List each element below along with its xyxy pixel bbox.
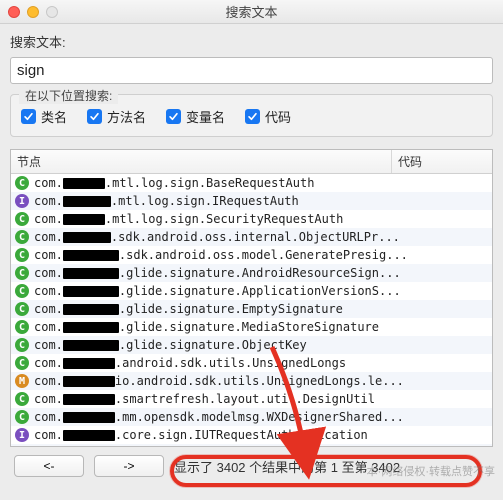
scope-option-code[interactable]: 代码: [245, 107, 291, 126]
table-row[interactable]: Mcom.io.android.sdk.utils.UnsignedLongs.…: [11, 372, 492, 390]
redaction-block: [63, 196, 111, 207]
class-icon: C: [15, 338, 29, 352]
table-row[interactable]: Ccom..sdk.android.oss.model.GeneratePres…: [11, 246, 492, 264]
table-row[interactable]: Ccom..glide.signature.EmptySignature: [11, 300, 492, 318]
redaction-block: [63, 232, 111, 243]
redaction-block: [63, 376, 115, 387]
column-header-node[interactable]: 节点: [11, 150, 392, 173]
table-row[interactable]: Ccom..glide.signature.ObjectKey: [11, 336, 492, 354]
title-bar: 搜索文本: [0, 0, 503, 24]
table-body: Ccom..mtl.log.sign.BaseRequestAuthIcom..…: [11, 174, 492, 446]
redaction-block: [63, 178, 105, 189]
row-text: com..mtl.log.sign.BaseRequestAuth: [34, 176, 488, 190]
scope-option-var[interactable]: 变量名: [166, 107, 225, 126]
class-icon: C: [15, 356, 29, 370]
scope-option-method[interactable]: 方法名: [87, 107, 146, 126]
row-text: com..glide.signature.MediaStoreSignature: [34, 320, 488, 334]
table-row[interactable]: Ccom..glide.signature.MediaStoreSignatur…: [11, 318, 492, 336]
interface-icon: I: [15, 428, 29, 442]
row-text: com..sdk.android.oss.internal.ObjectURLP…: [34, 230, 488, 244]
window-title: 搜索文本: [0, 2, 503, 21]
class-icon: C: [15, 212, 29, 226]
row-text: com.io.android.sdk.utils.UnsignedLongs.l…: [34, 374, 488, 388]
redaction-block: [63, 250, 119, 261]
dialog-body: 搜索文本: 在以下位置搜索: 类名方法名变量名代码 节点 代码 Ccom..mt…: [0, 24, 503, 483]
redaction-block: [63, 430, 115, 441]
class-icon: C: [15, 320, 29, 334]
redaction-block: [63, 322, 119, 333]
row-text: com..android.sdk.utils.UnsignedLongs: [34, 356, 488, 370]
table-row[interactable]: Ccom..smartrefresh.layout.util.DesignUti…: [11, 390, 492, 408]
class-icon: C: [15, 176, 29, 190]
row-text: com..smartrefresh.layout.util.DesignUtil: [34, 392, 488, 406]
class-icon: C: [15, 410, 29, 424]
results-status-text: 显示了 3402 个结果中的第 1 至第 3402: [174, 457, 489, 476]
scope-option-label: 代码: [265, 107, 291, 126]
window-controls: [8, 6, 58, 18]
minimize-window-button[interactable]: [27, 6, 39, 18]
row-text: com..glide.signature.EmptySignature: [34, 302, 488, 316]
redaction-block: [63, 268, 119, 279]
scope-option-label: 方法名: [107, 107, 146, 126]
class-icon: C: [15, 230, 29, 244]
class-icon: C: [15, 284, 29, 298]
column-header-code[interactable]: 代码: [392, 150, 492, 173]
table-row[interactable]: Ccom..android.sdk.utils.UnsignedLongs: [11, 354, 492, 372]
class-icon: C: [15, 248, 29, 262]
redaction-block: [63, 286, 119, 297]
table-row[interactable]: Ccom..core.sign.UTBaseRequestAuthenticat…: [11, 444, 492, 446]
redaction-block: [63, 394, 115, 405]
table-row[interactable]: Ccom..mtl.log.sign.SecurityRequestAuth: [11, 210, 492, 228]
bottom-bar: <- -> 显示了 3402 个结果中的第 1 至第 3402: [10, 455, 493, 477]
row-text: com..glide.signature.ObjectKey: [34, 338, 488, 352]
class-icon: C: [15, 266, 29, 280]
table-row[interactable]: Ccom..glide.signature.AndroidResourceSig…: [11, 264, 492, 282]
row-text: com..mm.opensdk.modelmsg.WXDesignerShare…: [34, 410, 488, 424]
row-text: com..glide.signature.ApplicationVersionS…: [34, 284, 488, 298]
search-input[interactable]: [10, 57, 493, 84]
table-header-row: 节点 代码: [11, 150, 492, 174]
redaction-block: [63, 304, 119, 315]
table-row[interactable]: Icom..core.sign.IUTRequestAuthentication: [11, 426, 492, 444]
scope-option-label: 类名: [41, 107, 67, 126]
search-scope-legend: 在以下位置搜索:: [19, 87, 118, 104]
checkbox-icon[interactable]: [87, 109, 102, 124]
table-row[interactable]: Ccom..mm.opensdk.modelmsg.WXDesignerShar…: [11, 408, 492, 426]
redaction-block: [63, 340, 119, 351]
table-row[interactable]: Ccom..mtl.log.sign.BaseRequestAuth: [11, 174, 492, 192]
class-icon: C: [15, 302, 29, 316]
redaction-block: [63, 214, 105, 225]
scope-option-label: 变量名: [186, 107, 225, 126]
search-scope-group: 在以下位置搜索: 类名方法名变量名代码: [10, 94, 493, 137]
method-icon: M: [15, 374, 29, 388]
table-row[interactable]: Ccom..glide.signature.ApplicationVersion…: [11, 282, 492, 300]
row-text: com..sdk.android.oss.model.GeneratePresi…: [34, 248, 488, 262]
checkbox-icon[interactable]: [166, 109, 181, 124]
scope-option-class[interactable]: 类名: [21, 107, 67, 126]
checkbox-icon[interactable]: [21, 109, 36, 124]
row-text: com..mtl.log.sign.IRequestAuth: [34, 194, 488, 208]
class-icon: C: [15, 392, 29, 406]
maximize-window-button[interactable]: [46, 6, 58, 18]
search-label: 搜索文本:: [10, 32, 493, 51]
checkbox-icon[interactable]: [245, 109, 260, 124]
prev-page-button[interactable]: <-: [14, 455, 84, 477]
results-table: 节点 代码 Ccom..mtl.log.sign.BaseRequestAuth…: [10, 149, 493, 447]
table-row[interactable]: Ccom..sdk.android.oss.internal.ObjectURL…: [11, 228, 492, 246]
row-text: com..core.sign.IUTRequestAuthentication: [34, 428, 488, 442]
row-text: com..mtl.log.sign.SecurityRequestAuth: [34, 212, 488, 226]
table-row[interactable]: Icom..mtl.log.sign.IRequestAuth: [11, 192, 492, 210]
close-window-button[interactable]: [8, 6, 20, 18]
redaction-block: [63, 358, 115, 369]
redaction-block: [63, 412, 115, 423]
interface-icon: I: [15, 194, 29, 208]
next-page-button[interactable]: ->: [94, 455, 164, 477]
row-text: com..glide.signature.AndroidResourceSign…: [34, 266, 488, 280]
